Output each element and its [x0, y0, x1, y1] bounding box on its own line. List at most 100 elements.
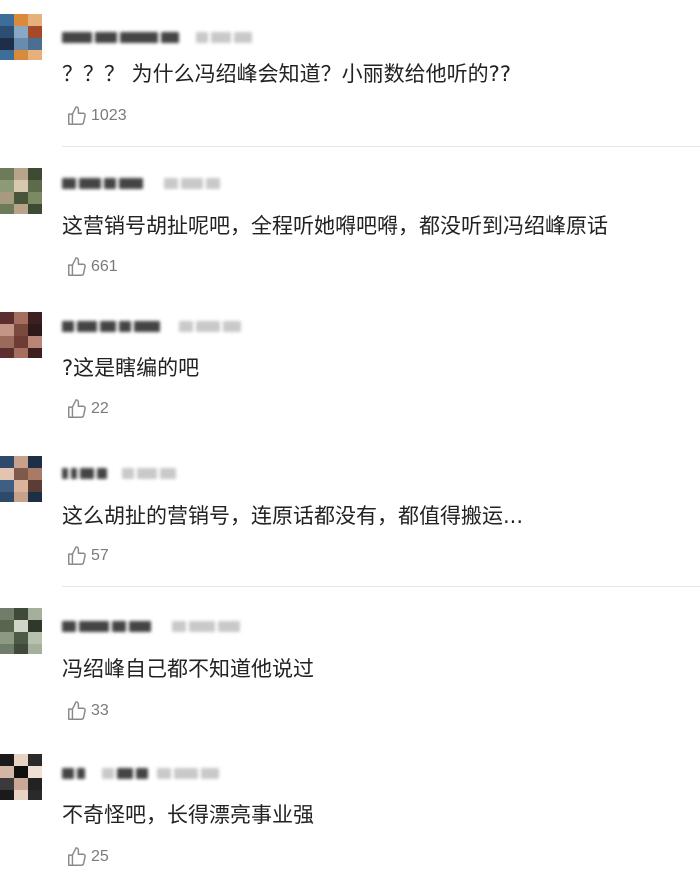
avatar-mosaic-tile — [28, 204, 42, 214]
avatar-mosaic-tile — [0, 754, 14, 766]
avatar-mosaic-tile — [0, 620, 14, 632]
username-blurred[interactable] — [62, 176, 220, 190]
avatar-mosaic-tile — [14, 480, 28, 492]
avatar-mosaic-tile — [0, 608, 14, 620]
avatar-mosaic-tile — [28, 336, 42, 348]
avatar-mosaic-tile — [28, 192, 42, 204]
username-blurred[interactable] — [62, 619, 240, 633]
avatar-mosaic-tile — [28, 14, 42, 26]
avatar-mosaic-tile — [0, 790, 14, 800]
avatar-mosaic-tile — [14, 26, 28, 38]
avatar-mosaic-tile — [14, 168, 28, 180]
avatar-mosaic-tile — [14, 50, 28, 60]
divider — [62, 146, 700, 147]
comment-text: ？？？ 为什么冯绍峰会知道？小丽数给他听的?? — [62, 62, 511, 86]
avatar-mosaic-tile — [14, 754, 28, 766]
username-blurred[interactable] — [62, 319, 241, 333]
comment-text: 不奇怪吧，长得漂亮事业强 — [62, 803, 314, 827]
comment-text: ?这是瞎编的吧 — [62, 356, 200, 380]
avatar-mosaic-tile — [0, 312, 14, 324]
avatar[interactable] — [0, 456, 42, 502]
avatar-mosaic-tile — [0, 492, 14, 502]
like-button[interactable]: 661 — [66, 255, 118, 279]
avatar-mosaic-tile — [28, 608, 42, 620]
comment-text: 冯绍峰自己都不知道他说过 — [62, 657, 314, 681]
comment-text: 这么胡扯的营销号，连原话都没有，都值得搬运... — [62, 504, 524, 528]
avatar-mosaic-tile — [28, 644, 42, 654]
like-count: 25 — [91, 848, 109, 865]
avatar-mosaic-tile — [14, 204, 28, 214]
avatar[interactable] — [0, 754, 42, 800]
avatar[interactable] — [0, 312, 42, 358]
username-blurred[interactable] — [62, 30, 252, 44]
like-count: 1023 — [91, 107, 127, 124]
avatar-mosaic-tile — [14, 620, 28, 632]
avatar-mosaic-tile — [14, 192, 28, 204]
thumbs-up-icon — [68, 546, 86, 565]
avatar[interactable] — [0, 168, 42, 214]
avatar-mosaic-tile — [14, 608, 28, 620]
like-count: 57 — [91, 547, 109, 564]
avatar-mosaic-tile — [14, 778, 28, 790]
thumbs-up-icon — [68, 399, 86, 418]
avatar-mosaic-tile — [0, 348, 14, 358]
avatar-mosaic-tile — [0, 38, 14, 50]
avatar-mosaic-tile — [0, 468, 14, 480]
avatar-mosaic-tile — [14, 644, 28, 654]
avatar-mosaic-tile — [14, 456, 28, 468]
like-button[interactable]: 1023 — [66, 104, 127, 128]
thumbs-up-icon — [68, 847, 86, 866]
avatar-mosaic-tile — [28, 790, 42, 800]
avatar-mosaic-tile — [28, 492, 42, 502]
divider — [62, 586, 700, 587]
avatar-mosaic-tile — [14, 468, 28, 480]
avatar-mosaic-tile — [14, 766, 28, 778]
like-button[interactable]: 57 — [66, 544, 109, 568]
avatar-mosaic-tile — [0, 192, 14, 204]
avatar-mosaic-tile — [28, 348, 42, 358]
username-blurred[interactable] — [62, 466, 176, 480]
like-button[interactable]: 33 — [66, 699, 109, 723]
avatar-mosaic-tile — [14, 492, 28, 502]
avatar-mosaic-tile — [0, 778, 14, 790]
thumbs-up-icon — [68, 257, 86, 276]
avatar-mosaic-tile — [28, 168, 42, 180]
avatar-mosaic-tile — [28, 50, 42, 60]
avatar-mosaic-tile — [0, 644, 14, 654]
avatar-mosaic-tile — [28, 180, 42, 192]
avatar-mosaic-tile — [28, 620, 42, 632]
avatar-mosaic-tile — [0, 26, 14, 38]
avatar-mosaic-tile — [28, 754, 42, 766]
avatar-mosaic-tile — [14, 14, 28, 26]
avatar-mosaic-tile — [0, 180, 14, 192]
like-count: 661 — [91, 258, 118, 275]
avatar-mosaic-tile — [0, 632, 14, 644]
avatar-mosaic-tile — [14, 790, 28, 800]
avatar-mosaic-tile — [0, 766, 14, 778]
avatar-mosaic-tile — [28, 26, 42, 38]
username-blurred[interactable] — [62, 766, 219, 780]
avatar-mosaic-tile — [14, 336, 28, 348]
avatar[interactable] — [0, 14, 42, 60]
avatar-mosaic-tile — [28, 456, 42, 468]
avatar[interactable] — [0, 608, 42, 654]
avatar-mosaic-tile — [14, 312, 28, 324]
avatar-mosaic-tile — [28, 480, 42, 492]
avatar-mosaic-tile — [0, 336, 14, 348]
comment-text: 这营销号胡扯呢吧，全程听她嘚吧嘚，都没听到冯绍峰原话 — [62, 214, 608, 238]
like-button[interactable]: 25 — [66, 845, 109, 869]
avatar-mosaic-tile — [0, 324, 14, 336]
avatar-mosaic-tile — [14, 180, 28, 192]
like-button[interactable]: 22 — [66, 397, 109, 421]
avatar-mosaic-tile — [0, 168, 14, 180]
avatar-mosaic-tile — [28, 766, 42, 778]
avatar-mosaic-tile — [28, 38, 42, 50]
avatar-mosaic-tile — [14, 38, 28, 50]
avatar-mosaic-tile — [0, 204, 14, 214]
avatar-mosaic-tile — [28, 778, 42, 790]
avatar-mosaic-tile — [0, 480, 14, 492]
thumbs-up-icon — [68, 106, 86, 125]
like-count: 22 — [91, 400, 109, 417]
avatar-mosaic-tile — [14, 348, 28, 358]
avatar-mosaic-tile — [0, 50, 14, 60]
